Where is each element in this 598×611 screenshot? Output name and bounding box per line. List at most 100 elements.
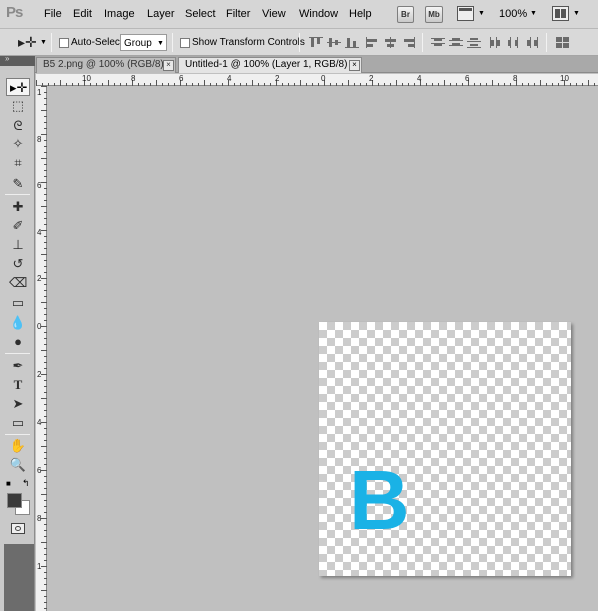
menu-window[interactable]: Window bbox=[299, 8, 338, 20]
move-tool-preset-icon[interactable]: ▸✛ bbox=[18, 34, 37, 51]
default-colors-icon[interactable]: ■ bbox=[6, 479, 11, 488]
zoom-tool-icon[interactable]: 🔍 bbox=[9, 457, 27, 473]
double-arrow-icon[interactable]: » bbox=[5, 54, 9, 63]
ruler-label: 2 bbox=[37, 274, 42, 283]
auto-select-dropdown[interactable]: Group ▼ bbox=[120, 34, 167, 51]
auto-select-checkbox[interactable] bbox=[59, 38, 69, 48]
separator bbox=[546, 33, 547, 52]
ruler-label: 8 bbox=[37, 135, 42, 144]
marquee-tool-icon[interactable]: ⬚ bbox=[9, 98, 27, 114]
menu-bar: Ps File Edit Image Layer Select Filter V… bbox=[0, 0, 598, 29]
ruler-label: 0 bbox=[37, 322, 42, 331]
vertical-ruler[interactable]: 1 8 6 4 2 0 2 4 6 8 1 bbox=[36, 86, 47, 611]
menu-edit[interactable]: Edit bbox=[73, 8, 92, 20]
separator bbox=[5, 353, 30, 354]
separator bbox=[299, 33, 300, 52]
gradient-tool-icon[interactable]: ▭ bbox=[9, 295, 27, 311]
chevron-down-icon[interactable]: ▼ bbox=[573, 10, 580, 17]
dodge-tool-icon[interactable]: ● bbox=[9, 334, 27, 350]
tools-panel: » ▸✛ ⬚ ᘓ ✧ ⌗ ✎ ✚ ✐ ⊥ ↺ ⌫ ▭ 💧 ● ✒ T ➤ ▭ ✋… bbox=[0, 54, 35, 611]
close-icon[interactable]: × bbox=[349, 60, 360, 71]
view-extras-icon[interactable] bbox=[457, 6, 474, 21]
auto-align-layers-icon[interactable] bbox=[556, 37, 570, 48]
ruler-label: 8 bbox=[513, 74, 518, 83]
hand-tool-icon[interactable]: ✋ bbox=[9, 438, 27, 454]
ruler-label: 10 bbox=[82, 74, 91, 83]
ruler-label: 2 bbox=[37, 370, 42, 379]
show-transform-checkbox[interactable] bbox=[180, 38, 190, 48]
ruler-label: 1 bbox=[37, 88, 42, 97]
tools-panel-header[interactable]: » bbox=[0, 54, 35, 66]
rectangle-tool-icon[interactable]: ▭ bbox=[9, 415, 27, 431]
align-right-icon[interactable] bbox=[402, 37, 416, 48]
distribute-right-icon[interactable] bbox=[525, 37, 539, 48]
tools-panel-footer bbox=[4, 544, 34, 611]
align-horizontal-center-icon[interactable] bbox=[384, 37, 398, 48]
align-top-icon[interactable] bbox=[309, 37, 323, 48]
distribute-horizontal-center-icon[interactable] bbox=[507, 37, 521, 48]
auto-select-label: Auto-Select: bbox=[71, 37, 126, 48]
canvas-letter[interactable]: B bbox=[349, 458, 410, 542]
vertical-ruler-ticks bbox=[41, 86, 47, 609]
horizontal-ruler[interactable]: 10 8 6 4 2 0 2 4 6 8 10 bbox=[36, 74, 598, 86]
ruler-label: 6 bbox=[465, 74, 470, 83]
quick-mask-icon[interactable] bbox=[11, 523, 25, 534]
menu-view[interactable]: View bbox=[262, 8, 286, 20]
crop-tool-icon[interactable]: ⌗ bbox=[9, 155, 27, 171]
clone-stamp-tool-icon[interactable]: ⊥ bbox=[9, 237, 27, 253]
photoshop-logo: Ps bbox=[6, 4, 23, 21]
eraser-tool-icon[interactable]: ⌫ bbox=[9, 275, 27, 291]
menu-layer[interactable]: Layer bbox=[147, 8, 175, 20]
distribute-left-icon[interactable] bbox=[489, 37, 503, 48]
menu-select[interactable]: Select bbox=[185, 8, 216, 20]
distribute-top-icon[interactable] bbox=[431, 37, 445, 48]
ruler-label: 4 bbox=[227, 74, 232, 83]
chevron-down-icon[interactable]: ▼ bbox=[530, 10, 537, 17]
chevron-down-icon[interactable]: ▼ bbox=[478, 10, 485, 17]
menu-filter[interactable]: Filter bbox=[226, 8, 250, 20]
tab-untitled-1[interactable]: Untitled-1 @ 100% (Layer 1, RGB/8) * × bbox=[178, 57, 362, 73]
close-icon[interactable]: × bbox=[163, 60, 174, 71]
align-left-icon[interactable] bbox=[366, 37, 380, 48]
chevron-down-icon[interactable]: ▼ bbox=[40, 39, 47, 46]
arrange-documents-icon[interactable] bbox=[552, 6, 569, 21]
eyedropper-tool-icon[interactable]: ✎ bbox=[9, 176, 27, 192]
ruler-label: 6 bbox=[37, 466, 42, 475]
ruler-label: 6 bbox=[37, 181, 42, 190]
separator bbox=[5, 434, 30, 435]
history-brush-tool-icon[interactable]: ↺ bbox=[9, 256, 27, 272]
align-vertical-center-icon[interactable] bbox=[327, 37, 341, 48]
ruler-label: 4 bbox=[37, 418, 42, 427]
brush-tool-icon[interactable]: ✐ bbox=[9, 218, 27, 234]
pen-tool-icon[interactable]: ✒ bbox=[9, 358, 27, 374]
quick-selection-tool-icon[interactable]: ✧ bbox=[9, 136, 27, 152]
separator bbox=[422, 33, 423, 52]
menu-image[interactable]: Image bbox=[104, 8, 135, 20]
ruler-label: 1 bbox=[37, 562, 42, 571]
ruler-label: 2 bbox=[275, 74, 280, 83]
move-tool-button[interactable]: ▸✛ bbox=[6, 78, 30, 96]
separator bbox=[51, 33, 52, 52]
mini-bridge-button[interactable]: Mb bbox=[425, 6, 443, 23]
blur-tool-icon[interactable]: 💧 bbox=[9, 315, 27, 331]
lasso-tool-icon[interactable]: ᘓ bbox=[9, 118, 27, 134]
distribute-vertical-center-icon[interactable] bbox=[449, 37, 463, 48]
document-canvas[interactable]: B bbox=[319, 322, 571, 576]
path-selection-tool-icon[interactable]: ➤ bbox=[9, 396, 27, 412]
ruler-label: 10 bbox=[560, 74, 569, 83]
menu-help[interactable]: Help bbox=[349, 8, 372, 20]
healing-brush-tool-icon[interactable]: ✚ bbox=[9, 199, 27, 215]
foreground-color-swatch[interactable] bbox=[7, 493, 22, 508]
distribute-bottom-icon[interactable] bbox=[467, 37, 481, 48]
swap-colors-icon[interactable]: ↰ bbox=[22, 478, 30, 489]
menu-file[interactable]: File bbox=[44, 8, 62, 20]
ruler-label: 0 bbox=[321, 74, 326, 83]
tab-label: B5 2.png @ 100% (RGB/8) bbox=[43, 59, 164, 70]
document-tabs: B5 2.png @ 100% (RGB/8) × Untitled-1 @ 1… bbox=[0, 56, 598, 73]
bridge-button[interactable]: Br bbox=[397, 6, 414, 23]
align-bottom-icon[interactable] bbox=[345, 37, 359, 48]
zoom-level[interactable]: 100% bbox=[499, 8, 527, 20]
tab-label: Untitled-1 @ 100% (Layer 1, RGB/8) * bbox=[185, 59, 355, 70]
type-tool-icon[interactable]: T bbox=[9, 377, 27, 393]
tab-b5-png[interactable]: B5 2.png @ 100% (RGB/8) × bbox=[36, 57, 176, 73]
